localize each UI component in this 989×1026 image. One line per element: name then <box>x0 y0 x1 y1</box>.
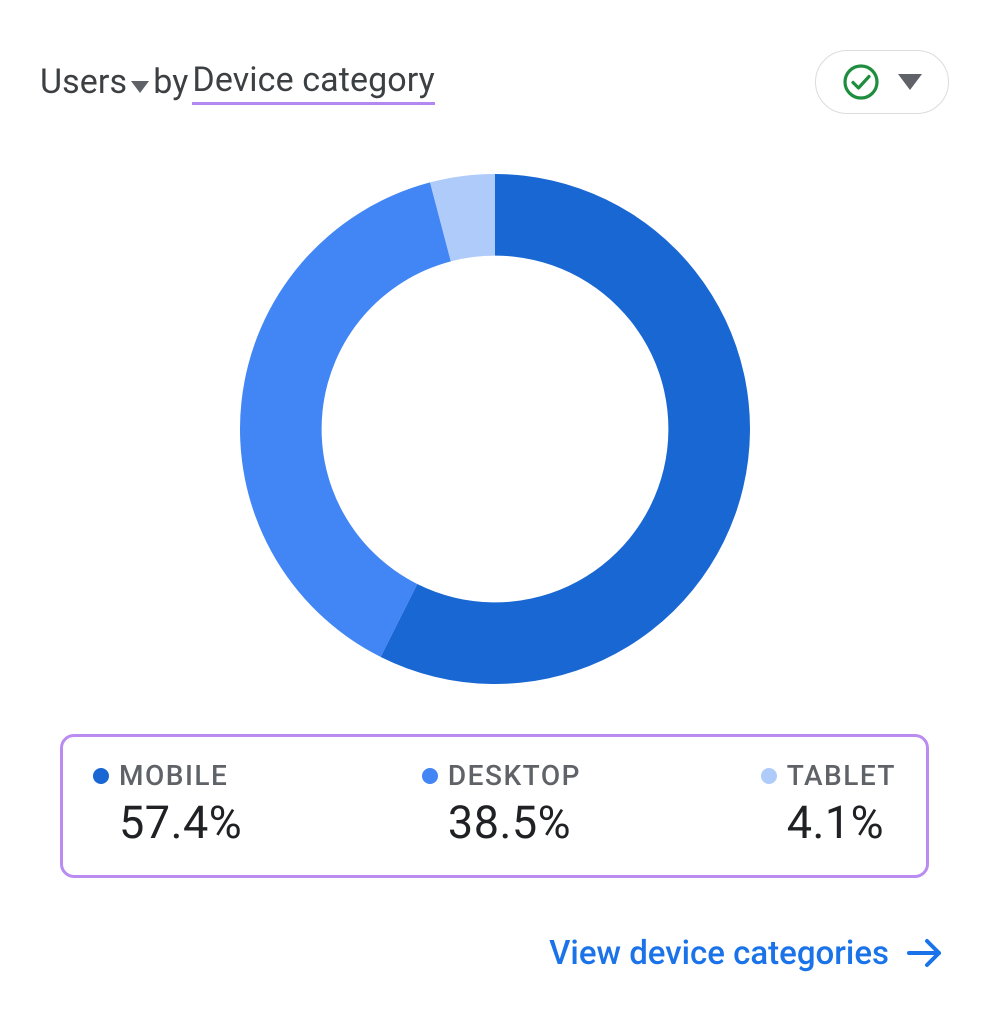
status-dropdown[interactable] <box>815 50 949 114</box>
legend-value: 38.5% <box>448 796 581 849</box>
chevron-down-icon <box>898 74 922 90</box>
footer-link-label: View device categories <box>549 934 889 973</box>
legend-item: DESKTOP 38.5% <box>422 759 581 849</box>
metric-dropdown[interactable]: Users <box>40 62 149 102</box>
view-device-categories-link[interactable]: View device categories <box>40 933 945 973</box>
legend-dot-icon <box>93 768 109 784</box>
legend-value: 57.4% <box>119 796 242 849</box>
legend-dot-icon <box>422 768 438 784</box>
legend-label: DESKTOP <box>448 759 581 792</box>
card-title: Users by Device category <box>40 60 435 105</box>
legend-value: 4.1% <box>787 796 896 849</box>
metric-label: Users <box>40 62 127 102</box>
legend-label: MOBILE <box>119 759 228 792</box>
by-text: by <box>153 62 188 102</box>
check-circle-icon <box>842 63 880 101</box>
legend-box: MOBILE 57.4% DESKTOP 38.5% TABLET 4.1% <box>60 734 929 878</box>
legend-item: MOBILE 57.4% <box>93 759 242 849</box>
donut-chart <box>40 174 949 684</box>
legend-item: TABLET 4.1% <box>761 759 896 849</box>
caret-down-icon <box>131 62 149 102</box>
arrow-right-icon <box>905 933 945 973</box>
legend-label: TABLET <box>787 759 896 792</box>
dimension-label: Device category <box>192 60 434 105</box>
legend-dot-icon <box>761 768 777 784</box>
